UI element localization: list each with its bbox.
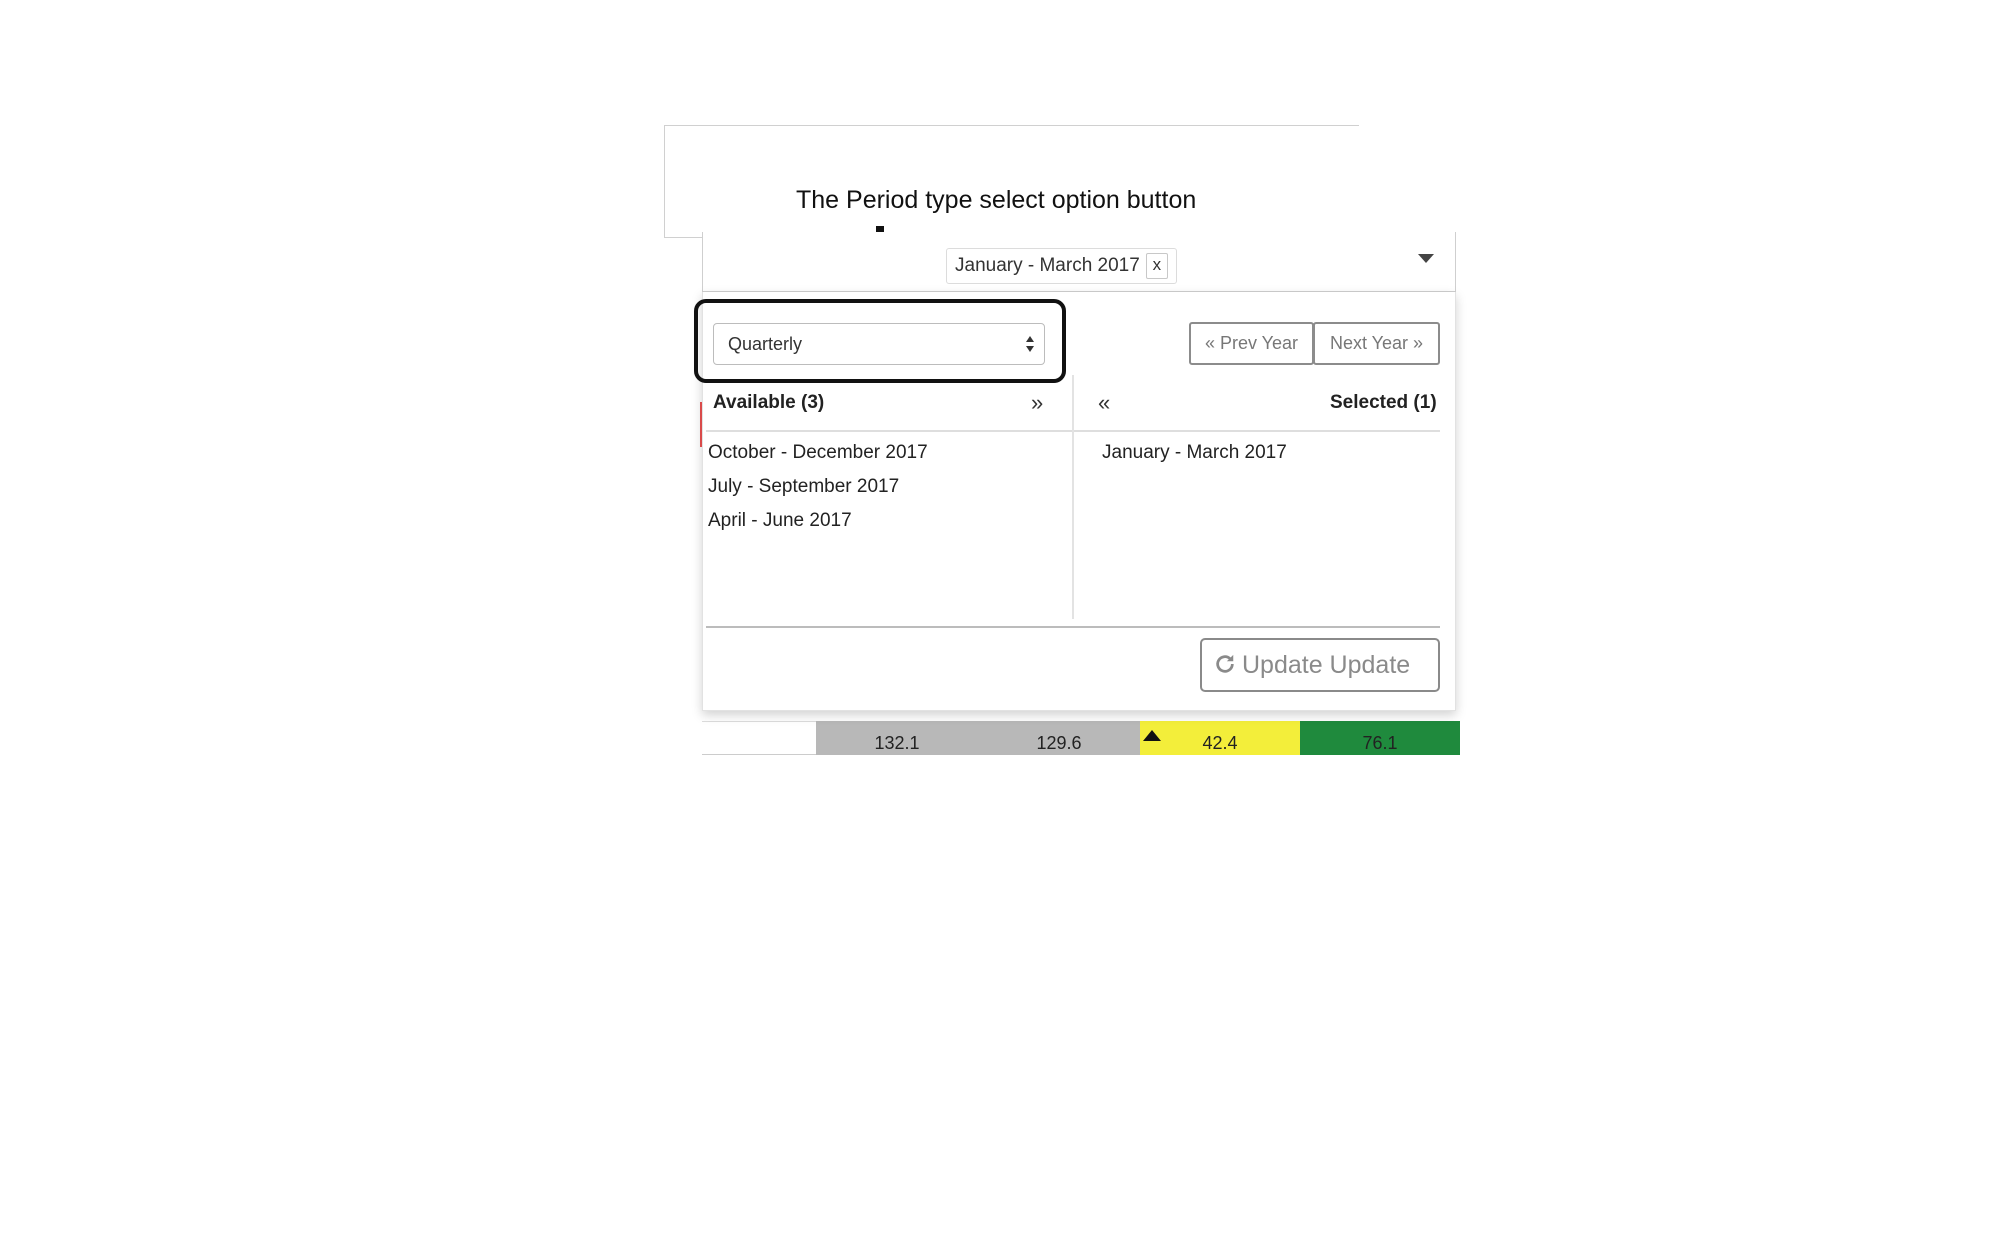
selected-item[interactable]: January - March 2017 xyxy=(1102,442,1287,464)
move-all-right-button[interactable]: » xyxy=(1031,390,1043,416)
up-triangle-icon xyxy=(1143,730,1161,741)
available-header: Available (3) xyxy=(713,392,825,413)
update-button[interactable]: Update Update xyxy=(1200,638,1440,692)
available-item[interactable]: April - June 2017 xyxy=(708,510,852,532)
table-cell: 129.6 xyxy=(978,721,1140,755)
refresh-icon xyxy=(1216,655,1234,674)
background-card xyxy=(664,125,1359,238)
prev-year-button[interactable]: « Prev Year xyxy=(1189,322,1314,365)
table-row-label-cell xyxy=(702,721,816,755)
chip-remove-button[interactable]: x xyxy=(1145,252,1168,279)
update-button-label: Update Update xyxy=(1242,651,1411,679)
annotation-highlight-box xyxy=(694,299,1066,383)
selected-header: Selected (1) xyxy=(1330,392,1437,413)
divider xyxy=(1072,375,1074,619)
table-cell: 42.4 xyxy=(1140,721,1300,755)
table-cell: 76.1 xyxy=(1300,721,1460,755)
annotation-caption: The Period type select option button xyxy=(796,186,1197,214)
remove-all-left-button[interactable]: « xyxy=(1098,390,1110,416)
chip-label: January - March 2017 xyxy=(955,255,1140,276)
chevron-down-icon[interactable] xyxy=(1418,254,1434,263)
available-item[interactable]: October - December 2017 xyxy=(708,442,928,464)
table-cell: 132.1 xyxy=(816,721,978,755)
edge-fragment xyxy=(700,402,702,447)
available-item[interactable]: July - September 2017 xyxy=(708,476,899,498)
divider xyxy=(706,626,1440,628)
selected-period-chip: January - March 2017 x xyxy=(946,248,1177,284)
next-year-button[interactable]: Next Year » xyxy=(1313,322,1440,365)
